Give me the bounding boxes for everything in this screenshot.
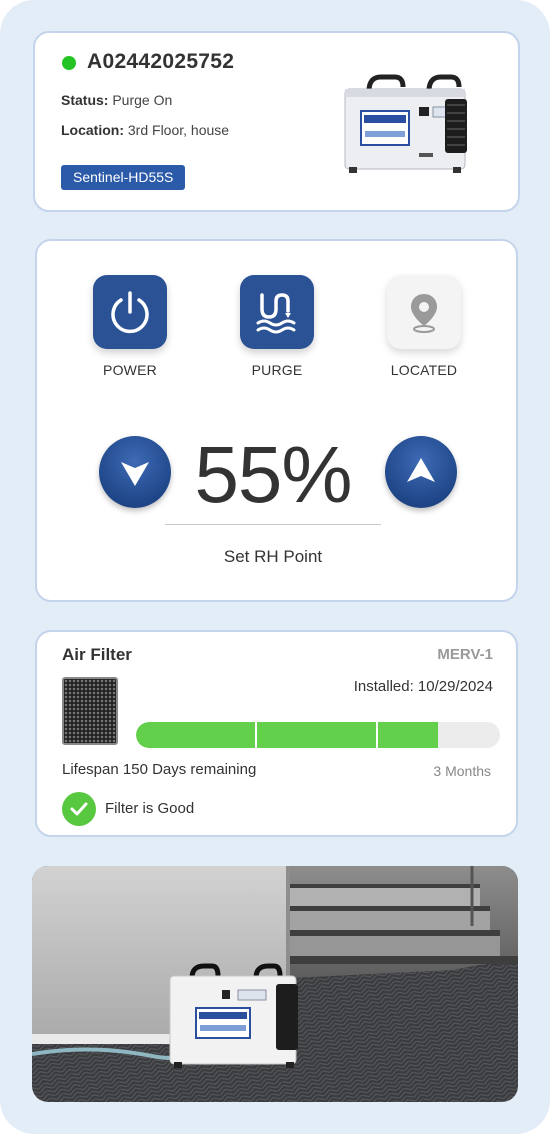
filter-lifespan-fill bbox=[136, 722, 439, 748]
purge-control[interactable]: PURGE bbox=[217, 275, 337, 378]
power-control[interactable]: POWER bbox=[70, 275, 190, 378]
device-location: Location: 3rd Floor, house bbox=[61, 122, 229, 138]
rh-setpoint-label: Set RH Point bbox=[223, 547, 323, 566]
device-serial: A02442025752 bbox=[87, 50, 235, 73]
location-value: 3rd Floor, house bbox=[127, 122, 230, 138]
check-icon bbox=[62, 792, 96, 826]
increase-rh-button[interactable] bbox=[385, 436, 457, 508]
dehumidifier-image bbox=[344, 74, 467, 173]
bar-segment-divider bbox=[376, 722, 378, 748]
arrow-down-icon bbox=[121, 462, 149, 486]
controls-card: POWER PURGE LOCATED 55% Set RH Point bbox=[35, 239, 518, 602]
filter-type: MERV-1 bbox=[437, 646, 493, 663]
locate-control[interactable]: LOCATED bbox=[364, 275, 484, 378]
lifespan-label: Lifespan bbox=[62, 761, 119, 778]
rh-setpoint-value: 55% bbox=[194, 430, 352, 519]
filter-title: Air Filter bbox=[62, 645, 132, 664]
purge-button[interactable] bbox=[240, 275, 314, 349]
bar-segment-divider bbox=[255, 722, 257, 748]
lifespan-value: 150 Days remaining bbox=[122, 761, 257, 778]
air-filter-card[interactable]: Air Filter MERV-1 Installed: 10/29/2024 … bbox=[35, 630, 518, 837]
location-pin-icon bbox=[411, 294, 437, 333]
locate-button[interactable] bbox=[387, 275, 461, 349]
purge-label: PURGE bbox=[251, 362, 303, 378]
status-value: Purge On bbox=[112, 92, 173, 108]
locate-label: LOCATED bbox=[390, 362, 458, 378]
arrow-up-icon bbox=[407, 458, 435, 482]
device-status: Status: Purge On bbox=[61, 92, 172, 108]
power-button[interactable] bbox=[93, 275, 167, 349]
filter-status: Filter is Good bbox=[105, 800, 195, 817]
app-background: A02442025752 Status: Purge On Location: … bbox=[0, 0, 550, 1134]
device-card[interactable]: A02442025752 Status: Purge On Location: … bbox=[33, 31, 520, 212]
filter-installed-date: Installed: 10/29/2024 bbox=[353, 678, 493, 695]
online-status-dot bbox=[62, 56, 76, 70]
power-icon bbox=[111, 291, 149, 334]
rh-divider bbox=[165, 524, 381, 525]
filter-lifespan-bar bbox=[136, 722, 500, 748]
filter-image bbox=[62, 677, 118, 745]
status-label: Status: bbox=[61, 92, 109, 108]
dehumidifier-photo bbox=[32, 866, 518, 1102]
filter-period: 3 Months bbox=[433, 763, 491, 779]
purge-icon bbox=[256, 293, 296, 334]
location-label: Location: bbox=[61, 122, 124, 138]
power-label: POWER bbox=[103, 362, 157, 378]
model-badge: Sentinel-HD55S bbox=[61, 165, 186, 190]
filter-lifespan: Lifespan 150 Days remaining bbox=[62, 761, 256, 778]
decrease-rh-button[interactable] bbox=[99, 436, 171, 508]
